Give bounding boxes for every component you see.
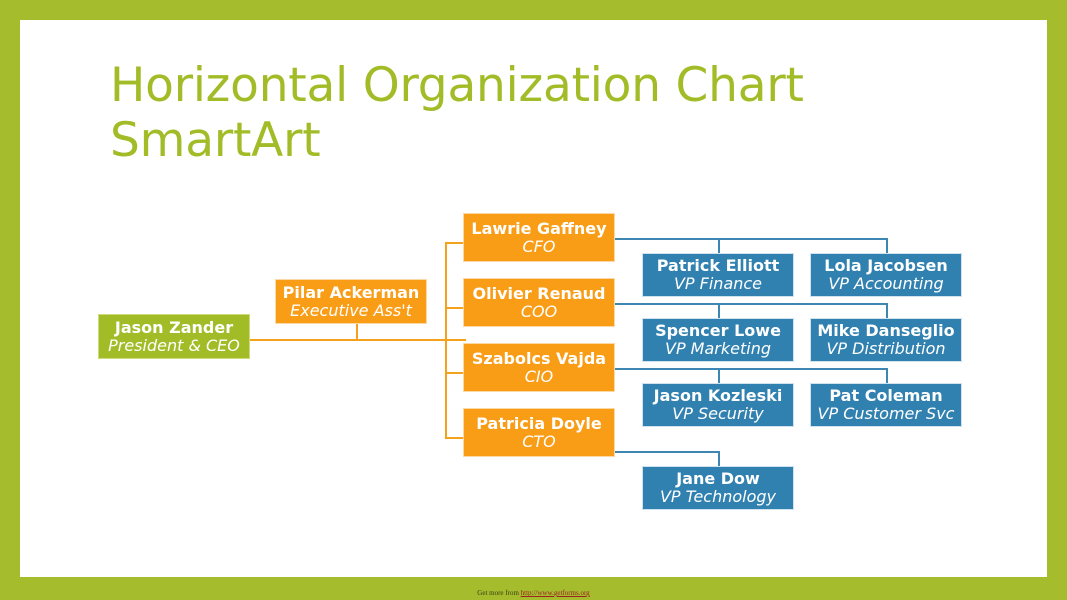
org-node-name: Szabolcs Vajda [471,348,607,368]
org-node-name: Jason Zander [114,317,234,337]
org-node-vp-marketing[interactable]: Spencer Lowe VP Marketing [642,318,794,362]
org-node-title: VP Accounting [828,274,944,293]
connector-cto-reports [613,451,720,453]
org-node-title: CFO [522,236,556,256]
org-node-title: VP Finance [673,274,763,293]
org-node-coo[interactable]: Olivier Renaud COO [463,278,615,327]
org-node-vp-finance[interactable]: Patrick Elliott VP Finance [642,253,794,297]
org-node-title: COO [520,301,558,321]
connector-ceo-horizontal [250,339,466,341]
slide-canvas: Horizontal Organization Chart SmartArt J… [20,20,1047,577]
page-title: Horizontal Organization Chart SmartArt [110,58,804,168]
connector-coo-reports [613,303,888,305]
org-node-cfo[interactable]: Lawrie Gaffney CFO [463,213,615,262]
footer-prefix: Get more from [477,589,521,597]
org-node-title: CIO [524,366,554,386]
footer: Get more from http://www.getforms.org [0,589,1067,597]
org-node-ceo[interactable]: Jason Zander President & CEO [98,314,250,359]
org-node-name: Pilar Ackerman [282,282,420,302]
org-node-vp-technology[interactable]: Jane Dow VP Technology [642,466,794,510]
org-node-assistant[interactable]: Pilar Ackerman Executive Ass't [275,279,427,324]
org-node-name: Jane Dow [676,469,760,489]
footer-link[interactable]: http://www.getforms.org [521,589,590,597]
org-node-title: CTO [522,431,556,451]
org-node-name: Jason Kozleski [653,386,783,406]
org-node-name: Spencer Lowe [655,321,781,341]
org-node-vp-security[interactable]: Jason Kozleski VP Security [642,383,794,427]
connector-manager-trunk [445,242,447,437]
slide: Horizontal Organization Chart SmartArt J… [0,0,1067,600]
org-node-title: VP Customer Svc [817,404,955,423]
org-node-title: VP Marketing [665,339,771,358]
org-node-name: Mike Danseglio [817,321,955,341]
org-node-title: VP Technology [659,487,777,506]
connector-cfo-reports [613,238,888,240]
org-node-name: Lawrie Gaffney [471,218,607,238]
org-node-title: VP Distribution [826,339,946,358]
org-node-name: Olivier Renaud [472,283,606,303]
org-node-vp-distribution[interactable]: Mike Danseglio VP Distribution [810,318,962,362]
connector-assistant-stub [356,323,358,341]
org-node-name: Patricia Doyle [476,413,602,433]
org-node-title: President & CEO [108,335,240,355]
org-node-vp-accounting[interactable]: Lola Jacobsen VP Accounting [810,253,962,297]
connector-cio-reports [613,368,888,370]
org-node-cio[interactable]: Szabolcs Vajda CIO [463,343,615,392]
org-node-cto[interactable]: Patricia Doyle CTO [463,408,615,457]
org-node-vp-customer[interactable]: Pat Coleman VP Customer Svc [810,383,962,427]
org-node-title: VP Security [672,404,764,423]
org-node-name: Patrick Elliott [656,256,780,276]
org-node-name: Pat Coleman [829,386,943,406]
org-node-name: Lola Jacobsen [824,256,948,276]
org-node-title: Executive Ass't [290,300,412,320]
